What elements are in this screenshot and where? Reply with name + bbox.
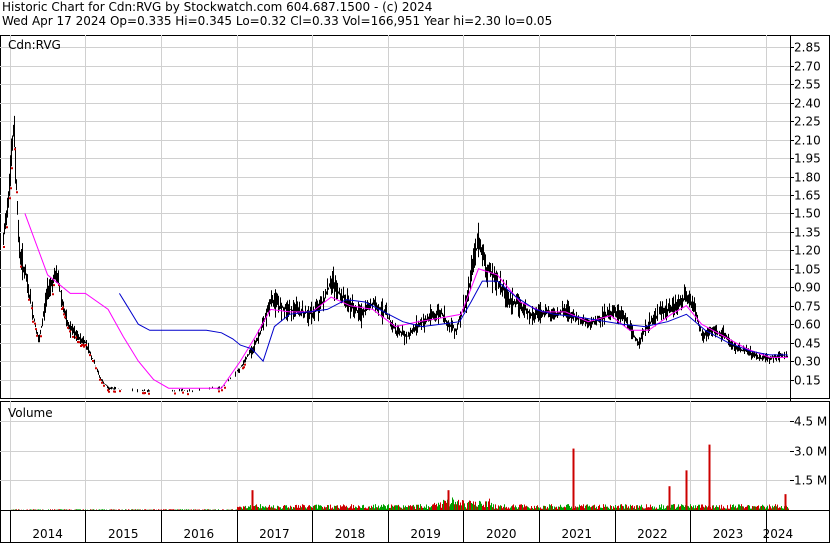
volume-tick-label: 3.0 M	[794, 445, 827, 459]
y-tick-label: 1.95	[794, 152, 821, 166]
x-tick-label: 2024	[763, 527, 794, 541]
x-tick-label: 2022	[637, 527, 668, 541]
x-tick-label: 2014	[32, 527, 63, 541]
y-tick-label: 1.20	[794, 244, 821, 258]
y-tick-label: 2.55	[794, 78, 821, 92]
volume-panel: 4.5 M 3.0 M 1.5 M Volume	[0, 401, 830, 511]
x-tick-label: 2019	[410, 527, 441, 541]
volume-panel-label: Volume	[8, 406, 53, 420]
volume-tick-label: 4.5 M	[794, 415, 827, 429]
x-tick-label: 2016	[184, 527, 215, 541]
stock-chart: 2.85 2.70 2.55 2.40 2.25 2.10 1.95 1.80 1.65 1.50…	[0, 35, 830, 543]
x-tick-label: 2021	[562, 527, 593, 541]
y-tick-label: 1.35	[794, 226, 821, 240]
y-tick-label: 1.05	[794, 263, 821, 277]
x-tick-label: 2020	[486, 527, 517, 541]
y-tick-label: 0.45	[794, 337, 821, 351]
x-axis: 2014 2015 2016 2017 2018 2019 2020 2021 2022 2023…	[0, 510, 830, 543]
y-tick-label: 0.15	[794, 374, 821, 388]
y-tick-label: 0.30	[794, 355, 821, 369]
y-tick-label: 0.90	[794, 281, 821, 295]
y-tick-label: 2.70	[794, 60, 821, 74]
y-tick-label: 1.80	[794, 171, 821, 185]
price-panel-label: Cdn:RVG	[8, 38, 61, 52]
y-tick-label: 1.50	[794, 207, 821, 221]
y-tick-label: 0.60	[794, 318, 821, 332]
y-tick-label: 0.75	[794, 300, 821, 314]
y-tick-label: 1.65	[794, 189, 821, 203]
y-tick-label: 2.85	[794, 41, 821, 55]
x-tick-label: 2023	[713, 527, 744, 541]
x-tick-label: 2018	[335, 527, 366, 541]
volume-frame	[0, 401, 830, 511]
y-tick-label: 2.40	[794, 97, 821, 111]
y-tick-label: 2.10	[794, 134, 821, 148]
x-tick-label: 2017	[259, 527, 290, 541]
y-tick-label: 2.25	[794, 115, 821, 129]
x-tick-label: 2015	[108, 527, 139, 541]
volume-tick-label: 1.5 M	[794, 474, 827, 488]
price-frame	[0, 35, 830, 399]
